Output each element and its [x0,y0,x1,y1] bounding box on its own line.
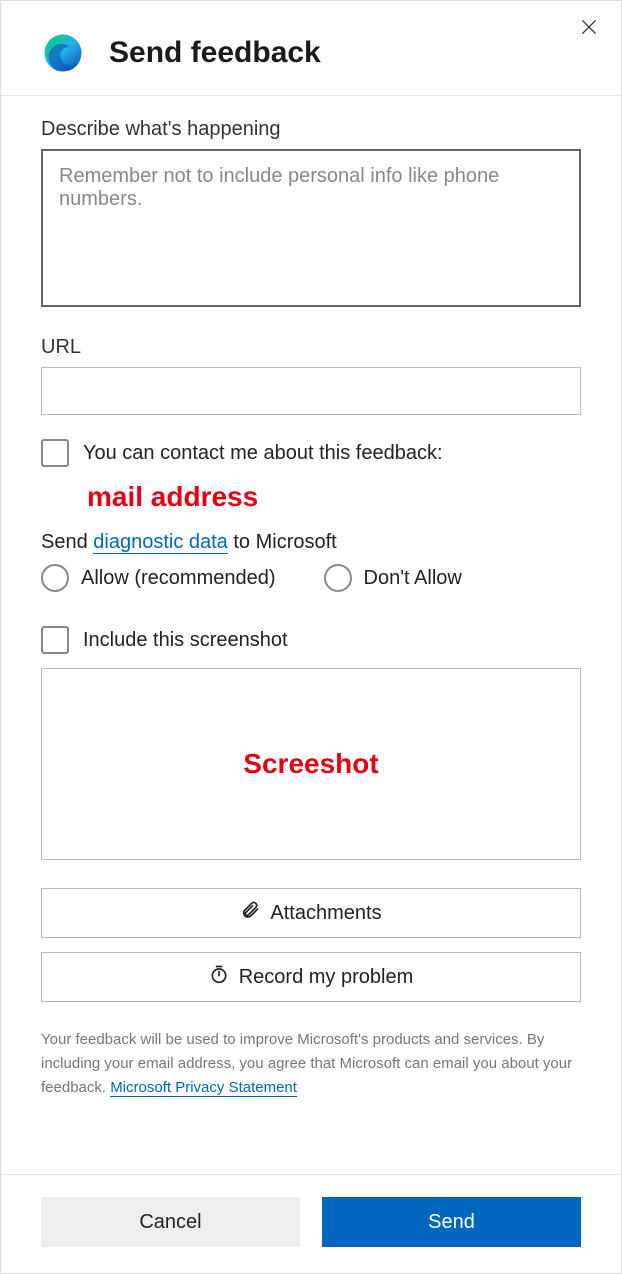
describe-input[interactable] [41,149,581,307]
screenshot-annotation: Screeshot [243,748,378,780]
feedback-dialog: Send feedback Describe what's happening … [0,0,622,1274]
describe-label: Describe what's happening [41,118,581,141]
allow-label: Allow (recommended) [81,567,276,590]
paperclip-icon [240,900,260,926]
screenshot-row: Include this screenshot [41,626,581,654]
attachments-label: Attachments [270,902,381,925]
dont-allow-label: Don't Allow [364,567,462,590]
url-label: URL [41,336,581,359]
cancel-button[interactable]: Cancel [41,1197,300,1247]
disclaimer-text: Your feedback will be used to improve Mi… [41,1028,581,1100]
record-label: Record my problem [239,966,414,989]
record-problem-button[interactable]: Record my problem [41,952,581,1002]
contact-row: You can contact me about this feedback: [41,439,581,467]
attachments-button[interactable]: Attachments [41,888,581,938]
edge-logo-icon [41,31,85,75]
mail-address-annotation: mail address [87,481,581,513]
diagnostic-line: Send diagnostic data to Microsoft [41,531,581,554]
privacy-statement-link[interactable]: Microsoft Privacy Statement [110,1079,297,1097]
dialog-header: Send feedback [1,1,621,95]
screenshot-preview: Screeshot [41,668,581,860]
radio-icon [324,564,352,592]
diagnostic-prefix: Send [41,531,93,553]
contact-label: You can contact me about this feedback: [83,442,443,465]
allow-radio[interactable]: Allow (recommended) [41,564,276,592]
radio-icon [41,564,69,592]
diagnostic-data-link[interactable]: diagnostic data [93,531,228,554]
diagnostic-radio-group: Allow (recommended) Don't Allow [41,564,581,592]
url-input[interactable] [41,367,581,415]
dialog-footer: Cancel Send [1,1174,621,1273]
send-button[interactable]: Send [322,1197,581,1247]
dont-allow-radio[interactable]: Don't Allow [324,564,462,592]
diagnostic-suffix: to Microsoft [228,531,337,553]
dialog-body: Describe what's happening URL You can co… [1,96,621,1174]
stopwatch-icon [209,964,229,990]
contact-checkbox[interactable] [41,439,69,467]
dialog-title: Send feedback [109,36,321,70]
screenshot-checkbox[interactable] [41,626,69,654]
screenshot-label: Include this screenshot [83,629,288,652]
